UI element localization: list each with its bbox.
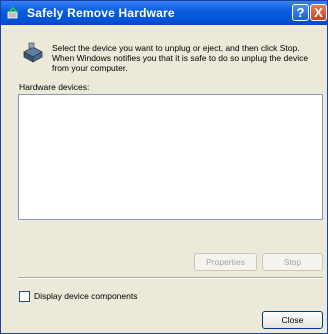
help-button[interactable]: ?	[292, 4, 309, 21]
separator	[18, 277, 323, 279]
window-close-button[interactable]: X	[310, 4, 327, 21]
properties-button[interactable]: Properties	[194, 253, 257, 271]
hardware-device-icon	[23, 42, 43, 63]
window-title: Safely Remove Hardware	[27, 6, 175, 20]
safely-remove-hardware-icon	[7, 6, 18, 19]
display-components-label[interactable]: Display device components	[34, 291, 137, 301]
instruction-text: Select the device you want to unplug or …	[52, 43, 309, 73]
title-bar[interactable]: Safely Remove Hardware ? X	[1, 1, 327, 25]
hardware-devices-label: Hardware devices:	[19, 82, 90, 92]
close-button[interactable]: Close	[262, 311, 323, 329]
safely-remove-hardware-window: Safely Remove Hardware ? X Select the de…	[0, 0, 328, 334]
dialog-content: Select the device you want to unplug or …	[1, 25, 327, 333]
stop-button[interactable]: Stop	[262, 253, 323, 271]
hardware-devices-list[interactable]	[18, 94, 323, 220]
display-components-checkbox[interactable]	[19, 291, 30, 302]
